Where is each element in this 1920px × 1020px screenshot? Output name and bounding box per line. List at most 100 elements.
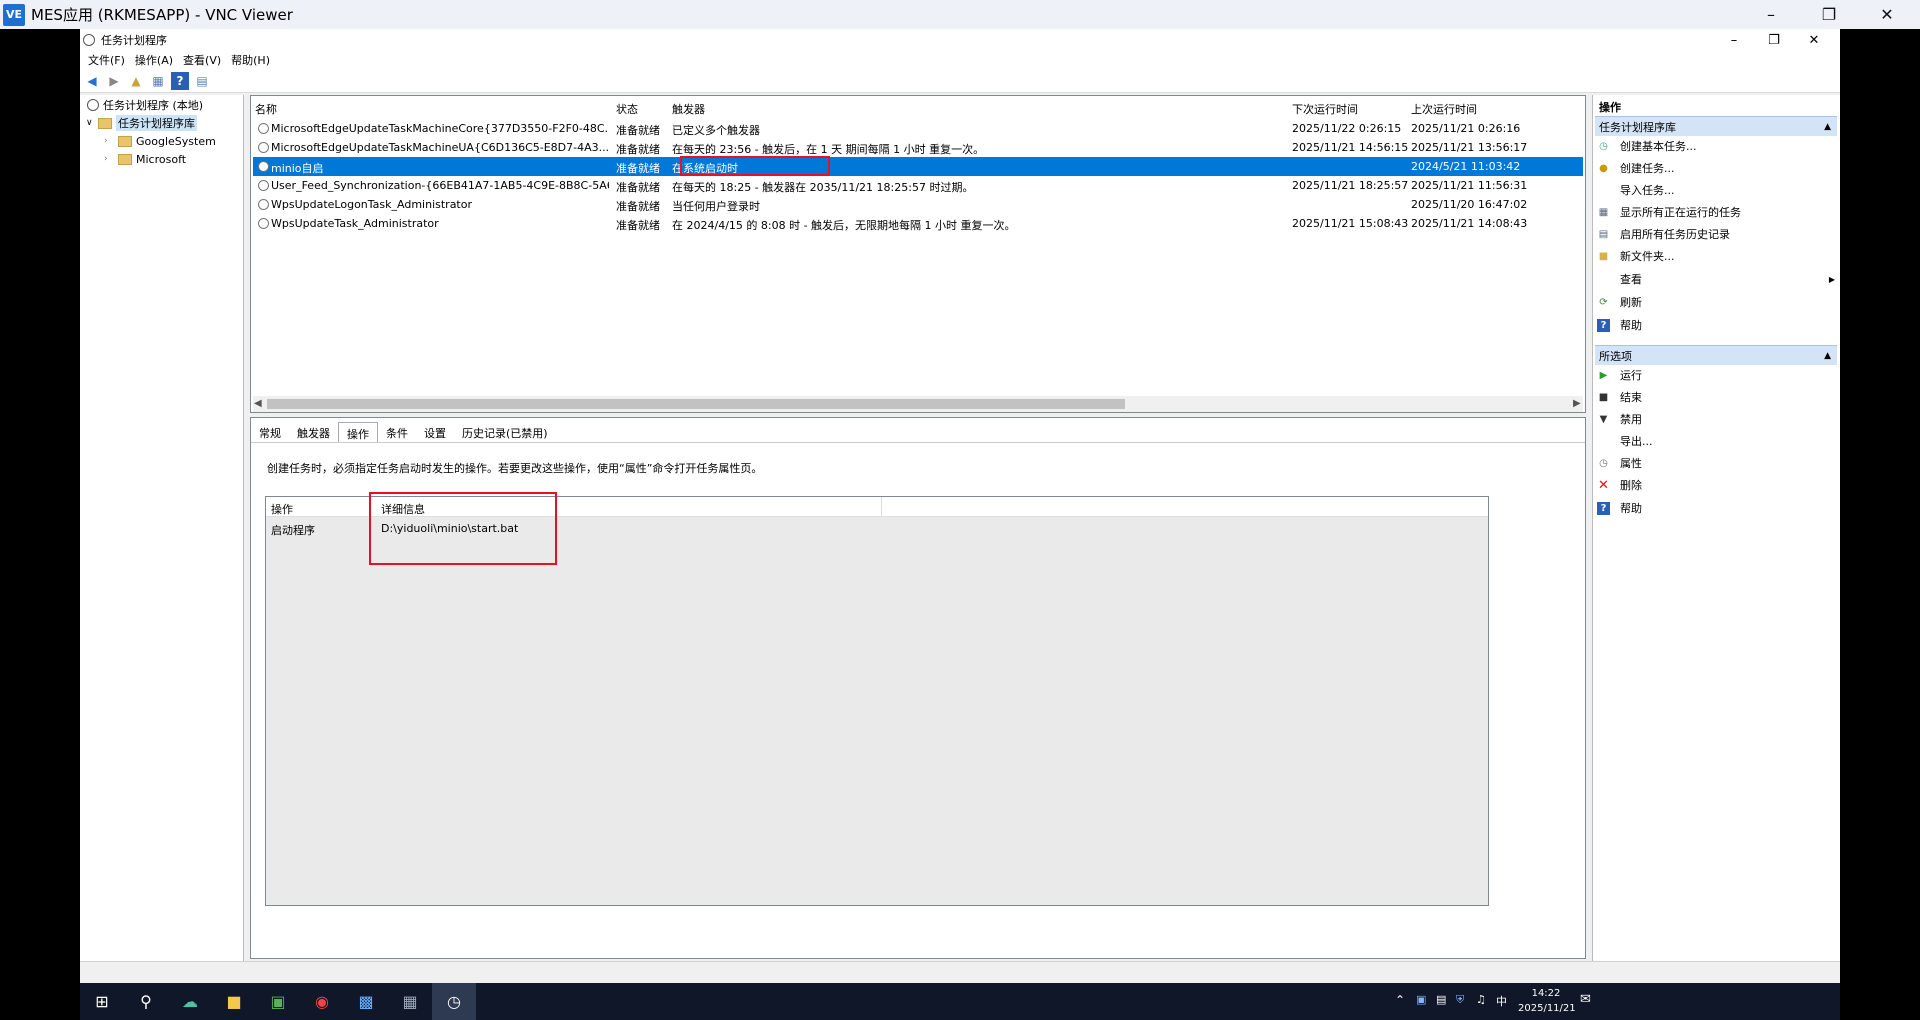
task-name: WpsUpdateTask_Administrator bbox=[271, 217, 439, 230]
view-icon bbox=[1597, 273, 1610, 286]
scrollbar-thumb[interactable] bbox=[267, 399, 1125, 409]
action-import-task[interactable]: 导入任务... bbox=[1597, 181, 1675, 199]
vnc-window-title: MES应用 (RKMESAPP) - VNC Viewer bbox=[31, 6, 293, 24]
action-show-running[interactable]: ▦ 显示所有正在运行的任务 bbox=[1597, 203, 1741, 221]
action-enable-history[interactable]: ▤ 启用所有任务历史记录 bbox=[1597, 225, 1730, 243]
action-help-selected[interactable]: ? 帮助 bbox=[1597, 499, 1642, 517]
vnc-restore-button[interactable]: ❐ bbox=[1806, 0, 1852, 29]
action-new-folder[interactable]: ■ 新文件夹... bbox=[1597, 247, 1675, 265]
action-create-basic-task[interactable]: ◷ 创建基本任务... bbox=[1597, 137, 1696, 155]
column-header-status[interactable]: 状态 bbox=[616, 101, 638, 117]
action-label: 运行 bbox=[1620, 369, 1642, 382]
menu-file[interactable]: 文件(F) bbox=[86, 52, 133, 68]
chevron-right-icon[interactable]: › bbox=[104, 154, 118, 164]
task-scheduler-taskbar-icon[interactable]: ◷ bbox=[432, 983, 476, 1020]
app-title: 任务计划程序 bbox=[101, 34, 167, 47]
tree-item-root[interactable]: 任务计划程序 (本地) bbox=[84, 97, 203, 113]
action-properties[interactable]: ◷ 属性 bbox=[1597, 454, 1642, 472]
app-minimize-button[interactable]: – bbox=[1714, 29, 1754, 51]
task-row[interactable]: WpsUpdateTask_Administrator 准备就绪 在 2024/… bbox=[253, 214, 1583, 233]
tree-item-googlesystem[interactable]: › GoogleSystem bbox=[104, 133, 216, 149]
task-row[interactable]: MicrosoftEdgeUpdateTaskMachineCore{377D3… bbox=[253, 119, 1583, 138]
file-explorer-icon[interactable]: ■ bbox=[212, 983, 256, 1020]
action-create-task[interactable]: ● 创建任务... bbox=[1597, 159, 1675, 177]
column-header-last-run[interactable]: 上次运行时间 bbox=[1411, 101, 1477, 117]
section-selected-header[interactable]: 所选项 ▲ bbox=[1595, 345, 1837, 365]
notification-icon[interactable]: ✉ bbox=[1580, 992, 1591, 1007]
tab-conditions[interactable]: 条件 bbox=[378, 422, 416, 442]
help-icon[interactable]: ? bbox=[171, 71, 189, 90]
show-hide-actions-icon[interactable]: ▤ bbox=[193, 72, 211, 90]
action-refresh[interactable]: ⟳ 刷新 bbox=[1597, 293, 1642, 311]
app-restore-button[interactable]: ❐ bbox=[1754, 29, 1794, 51]
tray-chevron-up-icon[interactable]: ⌃ bbox=[1395, 993, 1405, 1007]
task-status: 准备就绪 bbox=[616, 200, 660, 213]
task-status: 准备就绪 bbox=[616, 124, 660, 137]
task-last-run: 2025/11/21 11:56:31 bbox=[1411, 179, 1528, 192]
column-header-next-run[interactable]: 下次运行时间 bbox=[1292, 101, 1358, 117]
task-row[interactable]: WpsUpdateLogonTask_Administrator 准备就绪 当任… bbox=[253, 195, 1583, 214]
task-last-run: 2025/11/21 14:08:43 bbox=[1411, 217, 1528, 230]
highlight-box bbox=[369, 492, 557, 565]
tray-network-icon[interactable]: ▤ bbox=[1436, 993, 1446, 1006]
tray-shield-icon[interactable]: ⛨ bbox=[1456, 993, 1464, 1007]
clock-icon bbox=[258, 199, 269, 210]
vnc-minimize-button[interactable]: – bbox=[1748, 0, 1794, 29]
remote-desktop-icon[interactable]: ▩ bbox=[344, 983, 388, 1020]
scroll-left-icon[interactable]: ◀ bbox=[254, 398, 262, 409]
action-view[interactable]: 查看 ▶ bbox=[1597, 270, 1837, 288]
column-header-trigger[interactable]: 触发器 bbox=[672, 101, 705, 117]
vnc-close-button[interactable]: ✕ bbox=[1864, 0, 1910, 29]
tab-general[interactable]: 常规 bbox=[251, 422, 289, 442]
task-trigger: 在每天的 23:56 - 触发后，在 1 天 期间每隔 1 小时 重复一次。 bbox=[672, 143, 985, 156]
up-folder-icon[interactable]: ▲ bbox=[127, 72, 145, 90]
show-hide-tree-icon[interactable]: ▦ bbox=[149, 72, 167, 90]
task-last-run: 2024/5/21 11:03:42 bbox=[1411, 160, 1521, 173]
task-row[interactable]: User_Feed_Synchronization-{66EB41A7-1AB5… bbox=[253, 176, 1583, 195]
tab-triggers[interactable]: 触发器 bbox=[289, 422, 338, 442]
tray-volume-muted-icon[interactable]: ♫ bbox=[1476, 993, 1486, 1006]
action-delete[interactable]: ✕ 删除 bbox=[1597, 476, 1642, 494]
tree-item-library[interactable]: ∨ 任务计划程序库 bbox=[86, 115, 197, 131]
action-label: 创建任务... bbox=[1620, 162, 1675, 175]
menu-action[interactable]: 操作(A) bbox=[133, 52, 181, 68]
task-row[interactable]: MicrosoftEdgeUpdateTaskMachineUA{C6D136C… bbox=[253, 138, 1583, 157]
tab-history[interactable]: 历史记录(已禁用) bbox=[454, 422, 556, 442]
tray-vnc-icon[interactable]: ▣ bbox=[1416, 993, 1426, 1006]
menu-view[interactable]: 查看(V) bbox=[181, 52, 229, 68]
server-manager-icon[interactable]: ▦ bbox=[388, 983, 432, 1020]
back-arrow-icon[interactable]: ◀ bbox=[83, 72, 101, 90]
action-label: 显示所有正在运行的任务 bbox=[1620, 206, 1741, 219]
chrome-icon[interactable]: ◉ bbox=[300, 983, 344, 1020]
action-run[interactable]: ▶ 运行 bbox=[1597, 366, 1642, 384]
menu-bar: 文件(F) 操作(A) 查看(V) 帮助(H) bbox=[80, 51, 1840, 69]
chevron-right-icon[interactable]: › bbox=[104, 136, 118, 146]
column-header-name[interactable]: 名称 bbox=[255, 101, 277, 117]
task-row-selected[interactable]: minio自启 准备就绪 在系统启动时 2024/5/21 11:03:42 bbox=[253, 157, 1583, 176]
collapse-up-icon[interactable]: ▲ bbox=[1824, 351, 1831, 361]
column-header-action[interactable]: 操作 bbox=[271, 501, 293, 517]
tab-actions[interactable]: 操作 bbox=[338, 422, 378, 442]
action-help[interactable]: ? 帮助 bbox=[1597, 316, 1642, 334]
app-close-button[interactable]: ✕ bbox=[1794, 29, 1834, 51]
chevron-down-icon[interactable]: ∨ bbox=[86, 118, 98, 128]
action-label: 查看 bbox=[1620, 273, 1642, 286]
app-cloud-icon[interactable]: ☁ bbox=[168, 983, 212, 1020]
tree-item-microsoft[interactable]: › Microsoft bbox=[104, 151, 186, 167]
section-library-header[interactable]: 任务计划程序库 ▲ bbox=[1595, 116, 1837, 136]
forward-arrow-icon[interactable]: ▶ bbox=[105, 72, 123, 90]
menu-help[interactable]: 帮助(H) bbox=[229, 52, 278, 68]
action-export[interactable]: 导出... bbox=[1597, 432, 1653, 450]
taskbar-clock[interactable]: 14:22 2025/11/21 bbox=[1518, 986, 1576, 1016]
scroll-right-icon[interactable]: ▶ bbox=[1573, 398, 1581, 409]
start-windows-icon[interactable]: ⊞ bbox=[80, 983, 124, 1020]
notepad-icon[interactable]: ▣ bbox=[256, 983, 300, 1020]
ime-indicator[interactable]: 中 bbox=[1496, 993, 1507, 1009]
task-next-run: 2025/11/21 18:25:57 bbox=[1292, 179, 1409, 192]
collapse-up-icon[interactable]: ▲ bbox=[1824, 122, 1831, 132]
tab-settings[interactable]: 设置 bbox=[416, 422, 454, 442]
search-icon[interactable]: ⚲ bbox=[124, 983, 168, 1020]
action-disable[interactable]: ▼ 禁用 bbox=[1597, 410, 1642, 428]
clock-time: 14:22 bbox=[1531, 988, 1561, 999]
action-end[interactable]: ■ 结束 bbox=[1597, 388, 1642, 406]
